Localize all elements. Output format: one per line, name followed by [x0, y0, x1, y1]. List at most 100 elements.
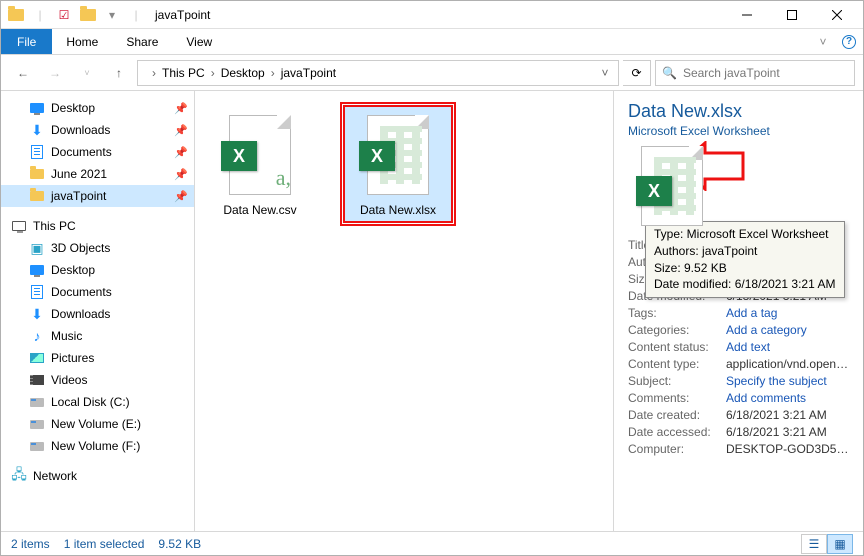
sidebar-item-downloads[interactable]: ⬇Downloads📌 — [1, 119, 194, 141]
download-icon: ⬇ — [31, 122, 43, 139]
bc-desktop[interactable]: Desktop — [217, 66, 269, 80]
disk-icon — [30, 420, 44, 429]
sidebar-item-3d-objects[interactable]: ▣3D Objects — [1, 237, 194, 259]
sidebar-item-music[interactable]: ♪Music — [1, 325, 194, 347]
detail-key: Comments: — [628, 391, 718, 405]
disk-icon — [30, 398, 44, 407]
sidebar-item-label: Pictures — [51, 351, 94, 365]
minimize-button[interactable] — [724, 1, 769, 29]
sidebar-item-desktop[interactable]: Desktop — [1, 259, 194, 281]
sidebar-item-new-volume-f-[interactable]: New Volume (F:) — [1, 435, 194, 457]
tab-home[interactable]: Home — [52, 29, 112, 54]
detail-value[interactable]: Add a tag — [726, 306, 849, 320]
music-icon: ♪ — [34, 328, 41, 344]
search-input[interactable]: 🔍 Search javaTpoint — [655, 60, 855, 86]
detail-key: Content status: — [628, 340, 718, 354]
folder-icon — [80, 9, 96, 21]
view-details-button[interactable]: ☰ — [801, 534, 827, 554]
sidebar-item-javatpoint[interactable]: javaTpoint📌 — [1, 185, 194, 207]
titlebar: | ☑ ▾ | javaTpoint — [1, 1, 863, 29]
sidebar-item-label: Documents — [51, 285, 112, 299]
sidebar-item-local-disk-c-[interactable]: Local Disk (C:) — [1, 391, 194, 413]
help-button[interactable]: ? — [835, 29, 863, 54]
chevron-right-icon: › — [271, 66, 275, 80]
breadcrumb[interactable]: › This PC › Desktop › javaTpoint ˅ — [137, 60, 619, 86]
qat-folder[interactable] — [5, 4, 27, 26]
file-view[interactable]: Xa,Data New.csvXData New.xlsx Type: Micr… — [195, 91, 613, 531]
document-icon — [31, 145, 43, 159]
sidebar-item-videos[interactable]: Videos — [1, 369, 194, 391]
sidebar-item-desktop[interactable]: Desktop📌 — [1, 97, 194, 119]
qat-divider2: | — [125, 4, 147, 26]
pc-icon — [12, 221, 26, 231]
maximize-button[interactable] — [769, 1, 814, 29]
video-icon — [30, 375, 44, 385]
ribbon-expand[interactable]: ˅ — [811, 29, 835, 54]
details-filename: Data New.xlsx — [628, 101, 849, 122]
status-size: 9.52 KB — [158, 537, 201, 551]
qat-check[interactable]: ☑ — [53, 4, 75, 26]
status-bar: 2 items 1 item selected 9.52 KB ☰ ▦ — [1, 531, 863, 555]
detail-value[interactable]: Specify the subject — [726, 374, 849, 388]
refresh-button[interactable]: ⟳ — [623, 60, 651, 86]
list-icon: ☰ — [809, 537, 820, 551]
pictures-icon — [30, 353, 44, 363]
sidebar-pc-label: This PC — [33, 219, 76, 233]
sidebar-item-documents[interactable]: Documents — [1, 281, 194, 303]
navbar: ← → ˅ ↑ › This PC › Desktop › javaTpoint… — [1, 55, 863, 91]
ribbon: File Home Share View ˅ ? — [1, 29, 863, 55]
detail-key: Subject: — [628, 374, 718, 388]
file-item[interactable]: Xa,Data New.csv — [205, 105, 315, 223]
back-button[interactable]: ← — [9, 59, 37, 87]
sidebar-item-label: Downloads — [51, 123, 110, 137]
breadcrumb-dropdown[interactable]: ˅ — [596, 66, 614, 80]
check-icon: ☑ — [59, 8, 70, 22]
sidebar-item-june-2021[interactable]: June 2021📌 — [1, 163, 194, 185]
sidebar[interactable]: Desktop📌⬇Downloads📌Documents📌June 2021📌j… — [1, 91, 195, 531]
sidebar-network[interactable]: 🖧 Network — [1, 465, 194, 487]
sidebar-this-pc[interactable]: This PC — [1, 215, 194, 237]
sidebar-item-label: June 2021 — [51, 167, 107, 181]
forward-button[interactable]: → — [41, 59, 69, 87]
tab-view[interactable]: View — [172, 29, 226, 54]
sidebar-item-label: Desktop — [51, 101, 95, 115]
file-tab[interactable]: File — [1, 29, 52, 54]
sidebar-item-documents[interactable]: Documents📌 — [1, 141, 194, 163]
qat-dropdown[interactable]: ▾ — [101, 4, 123, 26]
sidebar-item-label: 3D Objects — [51, 241, 110, 255]
up-button[interactable]: ↑ — [105, 59, 133, 87]
detail-value[interactable]: Add text — [726, 340, 849, 354]
bc-this-pc[interactable]: This PC — [158, 66, 209, 80]
file-item[interactable]: XData New.xlsx — [343, 105, 453, 223]
download-icon: ⬇ — [31, 306, 43, 323]
tooltip-type: Type: Microsoft Excel Worksheet — [654, 226, 836, 243]
tooltip-modified: Date modified: 6/18/2021 3:21 AM — [654, 276, 836, 293]
sidebar-item-downloads[interactable]: ⬇ Downloads — [1, 303, 194, 325]
sidebar-item-label: Desktop — [51, 263, 95, 277]
sidebar-item-label: javaTpoint — [51, 189, 106, 203]
view-icons-button[interactable]: ▦ — [827, 534, 853, 554]
detail-key: Tags: — [628, 306, 718, 320]
sidebar-item-label: Downloads — [51, 307, 110, 321]
folder-icon — [30, 191, 44, 201]
tooltip-size: Size: 9.52 KB — [654, 260, 836, 277]
close-button[interactable] — [814, 1, 859, 29]
sidebar-network-label: Network — [33, 469, 77, 483]
excel-icon: X — [636, 176, 672, 206]
status-selected: 1 item selected — [64, 537, 145, 551]
qat-folder2[interactable] — [77, 4, 99, 26]
pin-icon: 📌 — [174, 146, 188, 159]
sidebar-item-new-volume-e-[interactable]: New Volume (E:) — [1, 413, 194, 435]
detail-value: 6/18/2021 3:21 AM — [726, 408, 849, 422]
sidebar-item-pictures[interactable]: Pictures — [1, 347, 194, 369]
sidebar-item-label: New Volume (F:) — [51, 439, 140, 453]
tab-share[interactable]: Share — [112, 29, 172, 54]
search-placeholder: Search javaTpoint — [683, 66, 780, 80]
bc-folder[interactable]: javaTpoint — [277, 66, 340, 80]
detail-value[interactable]: Add comments — [726, 391, 849, 405]
chevron-right-icon: › — [152, 66, 156, 80]
detail-value[interactable]: Add a category — [726, 323, 849, 337]
tooltip: Type: Microsoft Excel Worksheet Authors:… — [645, 221, 845, 298]
csv-suffix: a, — [276, 165, 291, 191]
recent-dropdown[interactable]: ˅ — [73, 59, 101, 87]
